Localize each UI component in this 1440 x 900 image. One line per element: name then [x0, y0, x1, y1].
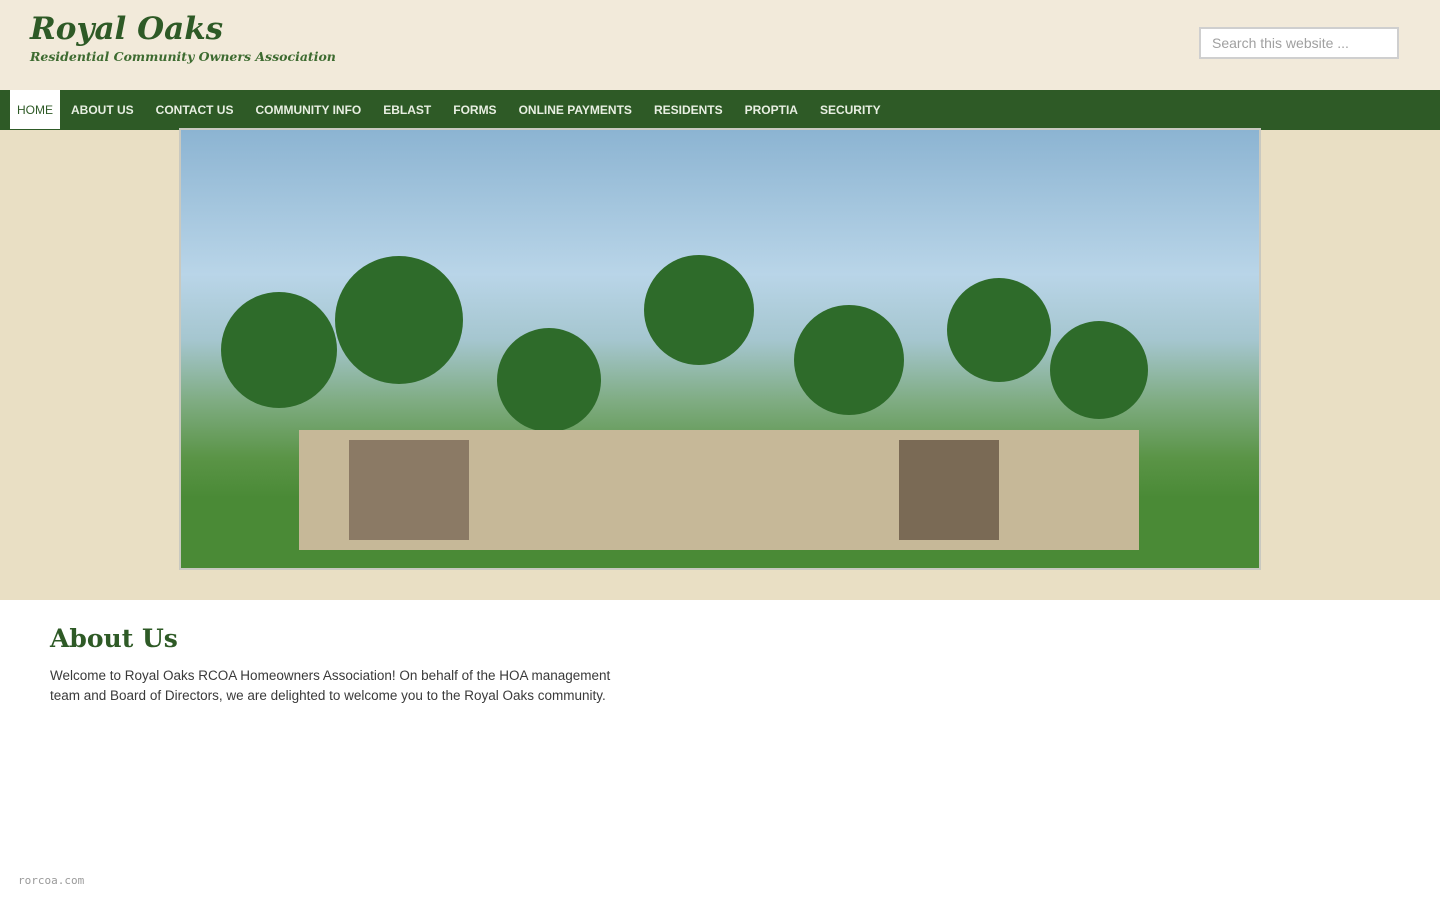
tree-icon: [794, 305, 904, 415]
site-tagline: Residential Community Owners Association: [30, 49, 336, 64]
building-window: [899, 440, 999, 540]
nav-item-security[interactable]: SECURITY: [809, 90, 892, 129]
nav-item-home[interactable]: HOME: [10, 90, 60, 129]
nav-item-community-info[interactable]: COMMUNITY INFO: [244, 90, 372, 129]
nav-item-eblast[interactable]: EBLAST: [372, 90, 442, 129]
tree-icon: [497, 328, 601, 432]
search-input[interactable]: [1199, 27, 1399, 59]
nav-item-proptia[interactable]: PROPTIA: [734, 90, 809, 129]
tree-icon: [1050, 321, 1148, 419]
hero-illustration: [181, 130, 1259, 568]
page-title: About Us: [50, 624, 178, 653]
tree-icon: [335, 256, 463, 384]
site-header: Royal Oaks Residential Community Owners …: [0, 0, 1440, 90]
nav-item-contact-us[interactable]: CONTACT US: [145, 90, 245, 129]
tree-icon: [221, 292, 337, 408]
intro-paragraph: Welcome to Royal Oaks RCOA Homeowners As…: [50, 668, 611, 703]
nav-item-online-payments[interactable]: ONLINE PAYMENTS: [508, 90, 643, 129]
nav-item-residents[interactable]: RESIDENTS: [643, 90, 734, 129]
building-window: [349, 440, 469, 540]
hero-image: [179, 128, 1261, 570]
main-nav: HOME ABOUT US CONTACT US COMMUNITY INFO …: [0, 90, 1440, 130]
tree-icon: [644, 255, 754, 365]
nav-item-forms[interactable]: FORMS: [442, 90, 507, 129]
tree-icon: [947, 278, 1051, 382]
footer-domain: rorcoa.com: [18, 874, 85, 887]
site-title[interactable]: Royal Oaks: [30, 11, 223, 47]
nav-item-about-us[interactable]: ABOUT US: [60, 90, 145, 129]
